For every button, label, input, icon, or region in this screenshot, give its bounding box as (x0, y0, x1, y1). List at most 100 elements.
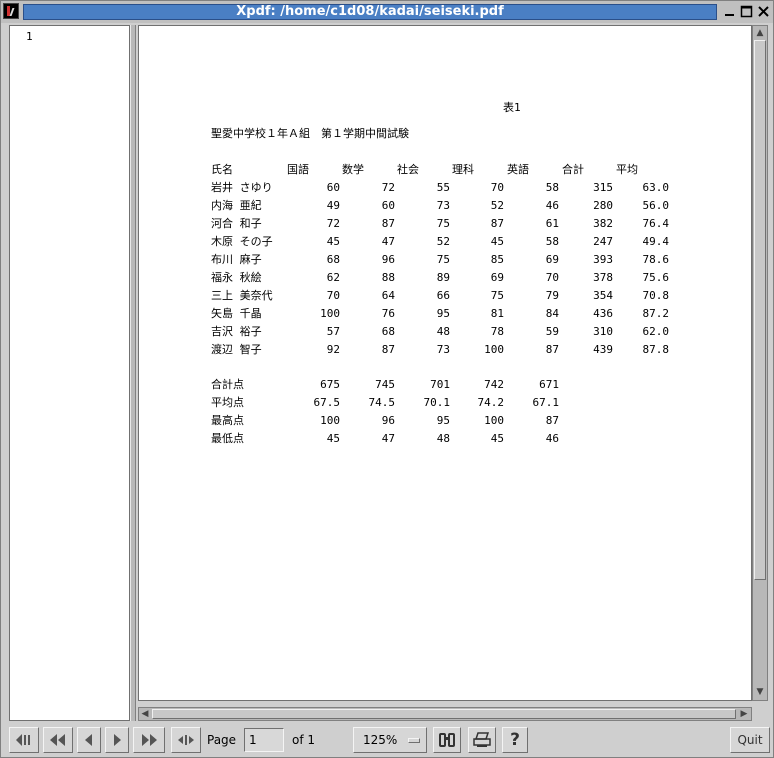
student-name-cell: 岩井 さゆり (211, 181, 273, 194)
back-forward-button[interactable] (171, 727, 201, 753)
score-cell: 92 (326, 343, 340, 356)
summary-value-cell: 96 (381, 414, 395, 427)
score-cell: 68 (381, 325, 395, 338)
document-view[interactable]: 表1 聖愛中学校１年Ａ組 第１学期中間試験 氏名 国語 数学 社会 理科 英語 合計 平均 岩井… (138, 25, 752, 701)
next-page-icon (114, 734, 121, 746)
total-cell: 436 (593, 307, 613, 320)
title-bar[interactable]: Xpdf: /home/c1d08/kadai/seiseki.pdf (1, 1, 773, 23)
dropdown-indicator-icon (408, 738, 420, 743)
scroll-up-icon[interactable]: ▲ (754, 27, 766, 39)
total-cell: 393 (593, 253, 613, 266)
scroll-left-icon[interactable]: ◀ (139, 708, 151, 720)
maximize-icon[interactable] (739, 4, 754, 19)
table-header-cell: 社会 (397, 163, 419, 176)
print-icon (473, 732, 491, 747)
table-caption: 表1 (503, 101, 521, 114)
page-list-sidebar[interactable]: 1 (9, 25, 130, 721)
score-cell: 48 (436, 325, 450, 338)
score-cell: 72 (326, 217, 340, 230)
next-page-button[interactable] (105, 727, 129, 753)
summary-value-cell: 46 (545, 432, 559, 445)
score-cell: 69 (490, 271, 504, 284)
score-cell: 70 (326, 289, 340, 302)
minimize-icon[interactable] (722, 4, 737, 19)
score-cell: 87 (490, 217, 504, 230)
average-cell: 49.4 (642, 235, 670, 248)
score-cell: 45 (326, 235, 340, 248)
quit-button[interactable]: Quit (730, 727, 770, 753)
total-cell: 378 (593, 271, 613, 284)
close-icon[interactable] (756, 4, 771, 19)
summary-value-cell: 745 (375, 378, 395, 391)
score-cell: 73 (436, 343, 450, 356)
student-name-cell: 渡辺 智子 (211, 343, 262, 356)
student-name-cell: 内海 亜紀 (211, 199, 262, 212)
score-cell: 49 (326, 199, 340, 212)
summary-value-cell: 675 (320, 378, 340, 391)
score-cell: 89 (436, 271, 450, 284)
back-10-pages-button[interactable] (43, 727, 73, 753)
first-page-button[interactable] (9, 727, 39, 753)
vertical-scroll-thumb[interactable] (754, 40, 766, 580)
prev-page-icon (85, 734, 92, 746)
score-cell: 70 (490, 181, 504, 194)
summary-value-cell: 742 (484, 378, 504, 391)
horizontal-scrollbar[interactable]: ◀ ▶ (138, 707, 752, 721)
total-cell: 354 (593, 289, 613, 302)
vertical-scrollbar[interactable]: ▲ ▼ (752, 25, 768, 701)
table-header-cell: 氏名 (211, 163, 233, 176)
page-count-label: of 1 (292, 733, 316, 747)
average-cell: 78.6 (642, 253, 670, 266)
horizontal-scroll-thumb[interactable] (152, 709, 736, 719)
table-header-cell: 理科 (452, 163, 474, 176)
page-number-input[interactable] (244, 728, 284, 752)
total-cell: 280 (593, 199, 613, 212)
average-cell: 76.4 (642, 217, 670, 230)
student-name-cell: 矢島 千晶 (211, 307, 262, 320)
score-cell: 70 (545, 271, 559, 284)
prev-page-button[interactable] (77, 727, 101, 753)
score-cell: 62 (326, 271, 340, 284)
sidebar-splitter[interactable] (130, 25, 136, 721)
score-cell: 75 (436, 217, 450, 230)
scroll-down-icon[interactable]: ▼ (754, 686, 766, 698)
average-cell: 70.8 (642, 289, 670, 302)
student-name-cell: 木原 その子 (211, 235, 273, 248)
page-label: Page (207, 733, 237, 747)
score-cell: 84 (545, 307, 559, 320)
total-cell: 382 (593, 217, 613, 230)
summary-value-cell: 48 (436, 432, 450, 445)
summary-value-cell: 45 (490, 432, 504, 445)
sidebar-page-item[interactable]: 1 (26, 30, 33, 43)
total-cell: 247 (593, 235, 613, 248)
summary-value-cell: 74.5 (368, 396, 396, 409)
score-cell: 85 (490, 253, 504, 266)
summary-label-cell: 最低点 (211, 432, 244, 445)
zoom-select[interactable]: 125% (353, 727, 427, 753)
forward-10-icon (142, 734, 157, 746)
score-cell: 47 (381, 235, 395, 248)
toolbar: Page of 1 125% ? Quit (1, 723, 773, 757)
back-forward-icon (178, 735, 194, 745)
scroll-right-icon[interactable]: ▶ (738, 708, 750, 720)
score-cell: 55 (436, 181, 450, 194)
score-cell: 58 (545, 235, 559, 248)
average-cell: 63.0 (642, 181, 670, 194)
score-cell: 100 (484, 343, 504, 356)
student-name-cell: 三上 美奈代 (211, 289, 273, 302)
xpdf-app-icon[interactable] (3, 3, 19, 19)
total-cell: 315 (593, 181, 613, 194)
xpdf-window: Xpdf: /home/c1d08/kadai/seiseki.pdf 1 表1… (0, 0, 774, 758)
score-cell: 87 (381, 343, 395, 356)
help-icon: ? (510, 730, 520, 750)
score-cell: 96 (381, 253, 395, 266)
forward-10-pages-button[interactable] (133, 727, 165, 753)
summary-value-cell: 67.5 (313, 396, 341, 409)
table-header-cell: 国語 (287, 163, 309, 176)
summary-value-cell: 95 (436, 414, 450, 427)
print-button[interactable] (468, 727, 496, 753)
find-button[interactable] (433, 727, 461, 753)
average-cell: 56.0 (642, 199, 670, 212)
help-button[interactable]: ? (502, 727, 528, 753)
document-subtitle: 聖愛中学校１年Ａ組 第１学期中間試験 (211, 127, 409, 140)
